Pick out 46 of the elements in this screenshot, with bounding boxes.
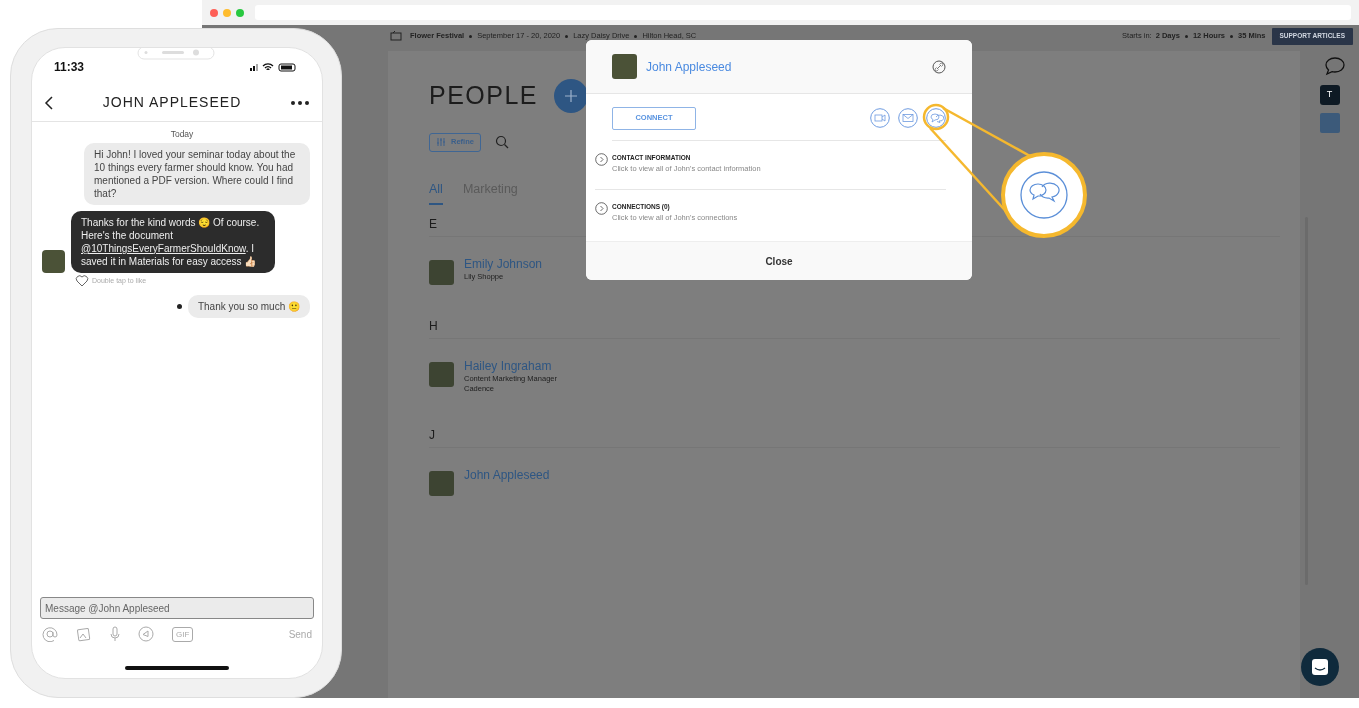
page-title: PEOPLE (429, 80, 539, 111)
close-button[interactable]: Close (586, 241, 972, 280)
sliders-icon (436, 137, 446, 147)
photos-icon[interactable] (76, 626, 92, 642)
more-icon[interactable] (290, 99, 310, 106)
filter-tab[interactable]: All (429, 179, 443, 206)
chat-icon[interactable] (1323, 55, 1346, 77)
avatar-photo (429, 471, 454, 497)
add-button[interactable] (554, 78, 589, 113)
microphone-icon[interactable] (110, 626, 120, 642)
sent-message: Hi John! I loved your seminar today about the 10 things every farmer should know. You had mentioned a PDF version. Where could I find that? (84, 142, 310, 205)
avatar-photo (429, 260, 454, 286)
send-button[interactable]: Send (288, 626, 312, 642)
chat-launcher-button[interactable] (1300, 648, 1339, 686)
person-name[interactable]: John Appleseed (464, 468, 550, 484)
section-letter: J (429, 426, 1280, 449)
link-icon[interactable] (932, 59, 946, 74)
calendar-icon (390, 31, 402, 41)
received-message: Thanks for the kind words 😌 Of course. Here's the document @10ThingsEveryFarmerShouldKnow. I saved it in Materials for easy access 👍🏻 (71, 210, 275, 273)
date-label: Today (169, 128, 195, 141)
location-icon[interactable] (138, 626, 154, 642)
gif-button[interactable]: GIF (172, 626, 194, 642)
avatar-photo (42, 249, 65, 273)
sent-message: Thank you so much 🙂 (187, 294, 310, 318)
back-icon[interactable] (44, 94, 54, 111)
heart-icon[interactable] (75, 274, 89, 287)
chat-icon[interactable] (926, 108, 946, 128)
minimize-icon[interactable] (223, 8, 231, 17)
chat-title: JOHN APPLESEED (101, 93, 243, 112)
message-input[interactable]: Message @John Appleseed (40, 597, 314, 619)
mail-icon[interactable] (898, 108, 918, 128)
document-link[interactable]: @10ThingsEveryFarmerShouldKnow (81, 242, 246, 254)
maximize-icon[interactable] (236, 8, 244, 17)
section-letter: H (429, 317, 1280, 340)
avatar-photo (612, 54, 637, 79)
mention-icon[interactable] (42, 626, 58, 642)
search-icon[interactable] (494, 135, 509, 149)
status-time: 11:33 (54, 59, 85, 76)
user-badge[interactable]: T (1319, 85, 1340, 105)
avatar-photo[interactable] (1319, 113, 1340, 133)
person-name[interactable]: Hailey Ingraham (464, 359, 557, 375)
person-name[interactable]: Emily Johnson (464, 257, 543, 273)
profile-name[interactable]: John Appleseed (646, 57, 732, 76)
avatar-photo (429, 362, 454, 388)
close-icon[interactable] (210, 8, 218, 17)
video-icon[interactable] (870, 108, 890, 128)
